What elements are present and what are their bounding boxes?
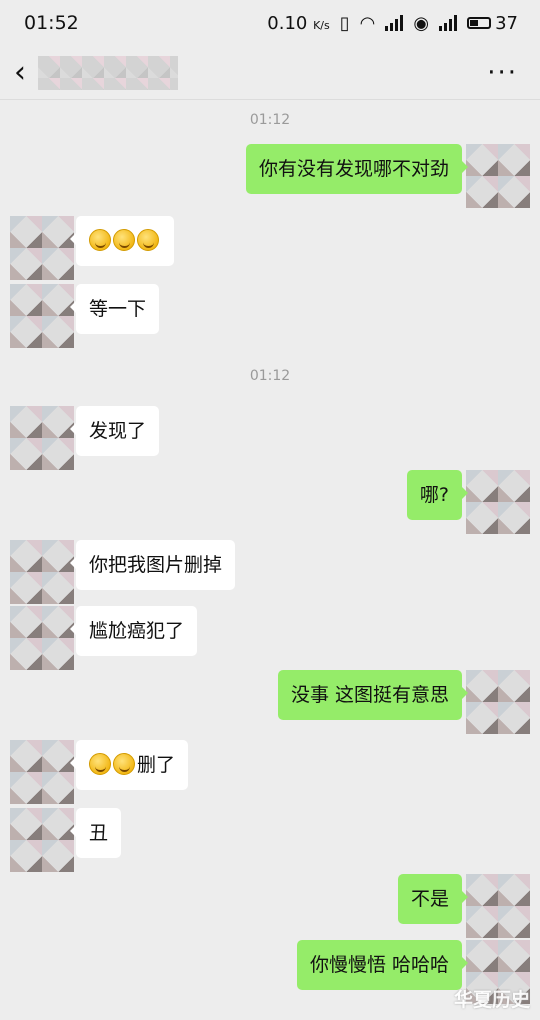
message-bubble[interactable]: 不是 <box>397 874 469 924</box>
contact-avatar[interactable] <box>10 740 74 804</box>
wifi-icon: ◠ <box>359 12 376 34</box>
message-sent: 没事 这图挺有意思 <box>277 670 530 734</box>
message-received: 删了 <box>10 740 189 804</box>
status-time: 01:52 <box>24 12 79 34</box>
contact-name-blurred <box>38 55 178 90</box>
chevron-left-icon[interactable]: ‹ <box>14 57 26 88</box>
message-bubble[interactable]: 等一下 <box>69 284 160 334</box>
signal-icon-2 <box>439 15 458 31</box>
message-bubble[interactable]: 发现了 <box>69 406 160 456</box>
chat-header: ‹ ··· <box>0 46 540 100</box>
signal-icon <box>385 15 404 31</box>
laughing-tears-emoji-icon <box>137 229 159 251</box>
contact-avatar[interactable] <box>10 284 74 348</box>
time-separator: 01:12 <box>249 112 291 128</box>
contact-avatar[interactable] <box>10 606 74 670</box>
network-speed: 0.10 K/s <box>267 12 330 34</box>
laughing-tears-emoji-icon <box>89 753 111 775</box>
message-bubble[interactable]: 丑 <box>69 808 122 858</box>
time-separator: 01:12 <box>249 368 291 384</box>
hd-icon: ◉ <box>413 12 430 34</box>
message-bubble[interactable]: 删了 <box>69 740 189 790</box>
my-avatar[interactable] <box>466 144 530 208</box>
my-avatar[interactable] <box>466 470 530 534</box>
status-bar: 01:52 0.10 K/s ▯ ◠ ◉ 37 <box>0 0 540 46</box>
contact-avatar[interactable] <box>10 808 74 872</box>
contact-avatar[interactable] <box>10 406 74 470</box>
message-received <box>10 216 174 280</box>
my-avatar[interactable] <box>466 874 530 938</box>
message-received: 等一下 <box>10 284 160 348</box>
message-received: 丑 <box>10 808 122 872</box>
message-sent: 你有没有发现哪不对劲 <box>245 144 530 208</box>
battery-icon: 37 <box>467 13 518 34</box>
contact-avatar[interactable] <box>10 216 74 280</box>
message-received: 发现了 <box>10 406 160 470</box>
message-received: 你把我图片删掉 <box>10 540 236 604</box>
battery-level: 37 <box>495 12 518 34</box>
message-bubble[interactable]: 没事 这图挺有意思 <box>277 670 469 720</box>
message-bubble[interactable]: 你慢慢悟 哈哈哈 <box>296 940 469 990</box>
laughing-tears-emoji-icon <box>89 229 111 251</box>
message-sent: 不是 <box>397 874 530 938</box>
more-dots-icon[interactable]: ··· <box>487 58 518 88</box>
contact-avatar[interactable] <box>10 540 74 604</box>
laughing-tears-emoji-icon <box>113 753 135 775</box>
message-bubble[interactable]: 哪? <box>406 470 469 520</box>
message-bubble[interactable]: 你有没有发现哪不对劲 <box>245 144 469 194</box>
laughing-tears-emoji-icon <box>113 229 135 251</box>
message-bubble[interactable] <box>70 216 174 266</box>
watermark: 华夏历史 <box>453 989 530 1011</box>
my-avatar[interactable] <box>466 670 530 734</box>
message-bubble[interactable]: 你把我图片删掉 <box>69 540 236 590</box>
message-received: 尴尬癌犯了 <box>10 606 198 670</box>
status-icons: 0.10 K/s ▯ ◠ ◉ 37 <box>267 13 518 34</box>
message-bubble[interactable]: 尴尬癌犯了 <box>69 606 198 656</box>
message-sent: 哪? <box>406 470 530 534</box>
chat-area[interactable]: 01:12 你有没有发现哪不对劲 等一下 01:12 发现了 哪? 你把我图片删… <box>0 100 540 1020</box>
vibrate-icon: ▯ <box>339 12 350 34</box>
